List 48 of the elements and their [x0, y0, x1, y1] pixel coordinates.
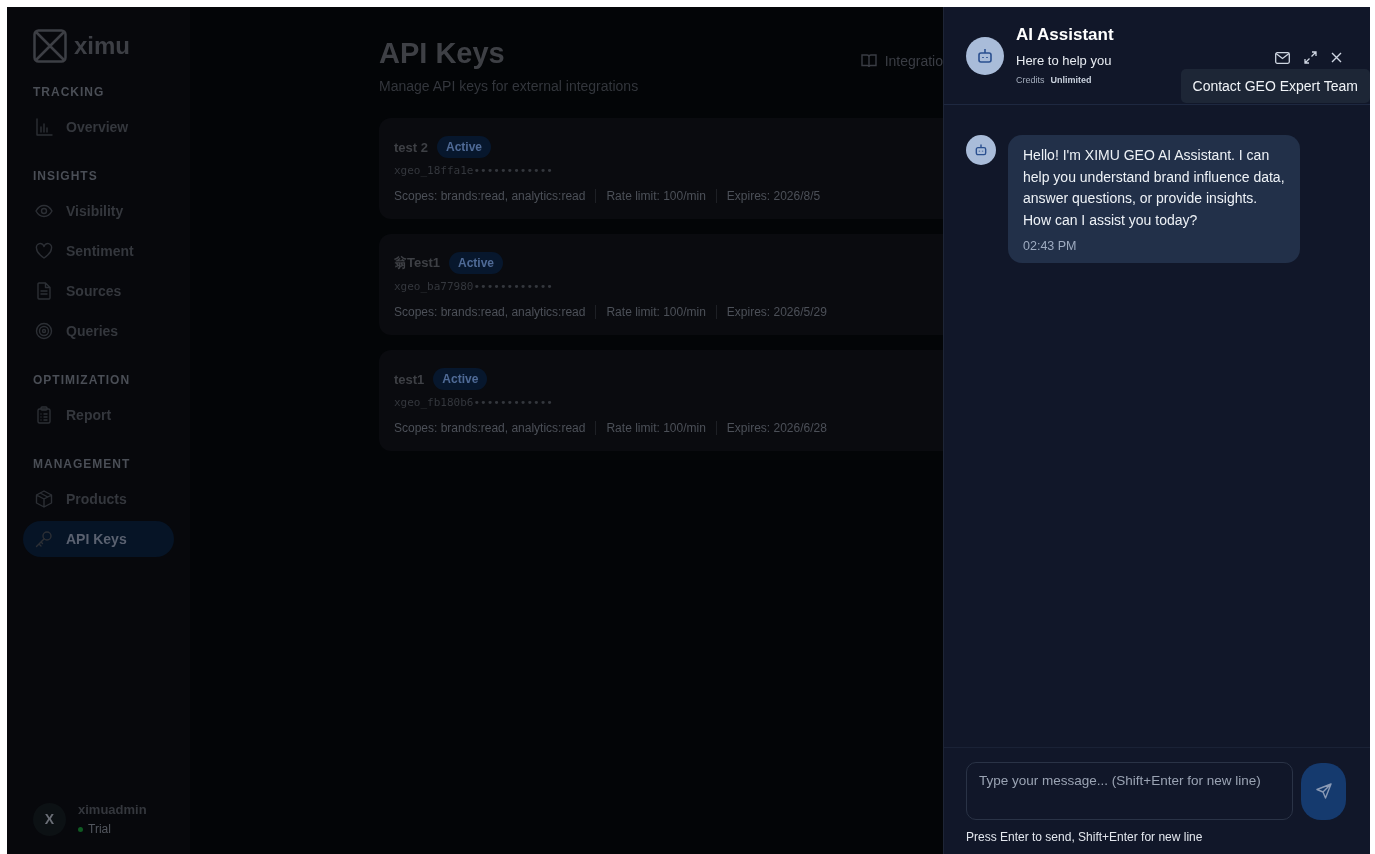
- document-icon: [35, 282, 53, 300]
- status-badge: Active: [436, 136, 491, 158]
- key-rate-limit: Rate limit: 100/min: [606, 305, 706, 319]
- heart-icon: [35, 242, 53, 260]
- message-text: Hello! I'm XIMU GEO AI Assistant. I can help you understand brand influence data, answer questions, or provide insights. How can I assist you today?: [1023, 146, 1285, 230]
- user-avatar[interactable]: X: [33, 802, 66, 836]
- credits-value: Unlimited: [1050, 75, 1092, 85]
- nav-item[interactable]: API Keys: [23, 521, 174, 557]
- key-expiry: Expires: 2026/6/28: [726, 421, 827, 435]
- status-badge: Active: [433, 368, 488, 390]
- section-heading: OPTIMIZATION: [33, 373, 132, 387]
- chat-subtitle: Here to help you: [1016, 53, 1113, 68]
- key-scopes: Scopes: brands:read, analytics:read: [394, 305, 586, 319]
- section-heading: TRACKING: [33, 85, 106, 99]
- send-icon: [1315, 783, 1332, 799]
- key-expiry: Expires: 2026/5/29: [726, 305, 827, 319]
- key-scopes: Scopes: brands:read, analytics:read: [394, 189, 586, 203]
- target-icon: [35, 322, 53, 340]
- logo-text: ximu: [74, 32, 130, 60]
- message-time: 02:43 PM: [1023, 239, 1078, 253]
- close-icon[interactable]: [1331, 52, 1342, 63]
- logo-icon: [33, 29, 67, 63]
- robot-icon: [974, 143, 988, 157]
- expand-icon[interactable]: [1304, 51, 1317, 64]
- eye-icon: [35, 202, 53, 220]
- box-icon: [35, 490, 53, 508]
- section-heading: MANAGEMENT: [33, 457, 132, 471]
- mail-icon[interactable]: [1275, 51, 1290, 64]
- input-hint: Press Enter to send, Shift+Enter for new line: [966, 830, 1204, 844]
- tooltip: Contact GEO Expert Team: [1180, 69, 1370, 103]
- chart-icon: [35, 118, 53, 136]
- send-button[interactable]: [1301, 762, 1346, 820]
- message-input[interactable]: Type your message... (Shift+Enter for new line): [966, 762, 1293, 820]
- section-heading: INSIGHTS: [33, 169, 99, 183]
- plan-label: Trial: [88, 822, 111, 836]
- page-title: API Keys: [379, 37, 506, 70]
- robot-icon: [976, 47, 994, 65]
- key-scopes: Scopes: brands:read, analytics:read: [394, 421, 586, 435]
- key-icon: [35, 530, 53, 548]
- credits-label: Credits: [1016, 75, 1045, 85]
- key-rate-limit: Rate limit: 100/min: [606, 421, 706, 435]
- key-rate-limit: Rate limit: 100/min: [606, 189, 706, 203]
- clipboard-icon: [35, 406, 53, 424]
- book-icon: [860, 54, 877, 68]
- status-badge: Active: [449, 252, 504, 274]
- chat-title: AI Assistant: [1016, 25, 1114, 45]
- integration-button[interactable]: Integratio: [852, 49, 943, 73]
- key-expiry: Expires: 2026/8/5: [726, 189, 821, 203]
